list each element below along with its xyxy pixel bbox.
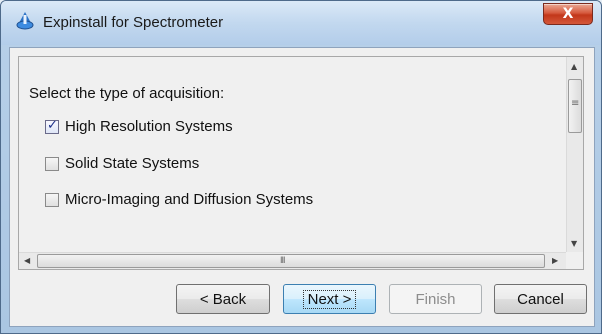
horizontal-scrollbar[interactable]: ◀ III ▶: [19, 252, 566, 269]
option-label: Micro-Imaging and Diffusion Systems: [65, 191, 314, 208]
scroll-corner: [566, 252, 583, 269]
window-title: Expinstall for Spectrometer: [43, 14, 224, 31]
checkbox-checked-icon[interactable]: [45, 118, 59, 134]
option-label: High Resolution Systems: [65, 118, 233, 135]
scroll-down-arrow-icon[interactable]: ▼: [571, 239, 577, 248]
vertical-scrollbar[interactable]: ▲ ≡ ▼: [566, 57, 583, 253]
installer-window: Expinstall for Spectrometer X Select the…: [0, 0, 602, 334]
option-label: Solid State Systems: [65, 155, 200, 172]
title-bar[interactable]: Expinstall for Spectrometer X: [1, 1, 601, 45]
next-button-label: Next >: [302, 289, 357, 309]
checkbox-unchecked-icon[interactable]: [45, 192, 59, 207]
scroll-left-arrow-icon[interactable]: ◀: [24, 256, 30, 265]
close-icon: X: [562, 6, 574, 22]
app-spectrometer-icon: [16, 12, 34, 30]
horizontal-scroll-thumb[interactable]: III: [37, 254, 545, 268]
vertical-grip-icon: ≡: [571, 98, 580, 109]
option-high-resolution[interactable]: High Resolution Systems: [45, 118, 233, 135]
finish-button: Finish: [389, 284, 482, 314]
checkbox-unchecked-icon[interactable]: [45, 156, 59, 171]
options-scroll-area: Select the type of acquisition: High Res…: [18, 56, 584, 270]
back-button[interactable]: < Back: [176, 284, 270, 314]
option-solid-state[interactable]: Solid State Systems: [45, 155, 199, 172]
options-viewport: Select the type of acquisition: High Res…: [19, 57, 566, 253]
scroll-right-arrow-icon[interactable]: ▶: [552, 256, 558, 265]
acquisition-prompt: Select the type of acquisition:: [29, 85, 225, 102]
dialog-content: Select the type of acquisition: High Res…: [9, 47, 595, 327]
horizontal-grip-icon: III: [280, 255, 285, 265]
next-button[interactable]: Next >: [283, 284, 376, 314]
vertical-scroll-thumb[interactable]: ≡: [568, 79, 582, 133]
scroll-up-arrow-icon[interactable]: ▲: [571, 62, 577, 71]
cancel-button[interactable]: Cancel: [494, 284, 587, 314]
option-micro-imaging[interactable]: Micro-Imaging and Diffusion Systems: [45, 191, 313, 208]
close-button[interactable]: X: [543, 3, 593, 25]
